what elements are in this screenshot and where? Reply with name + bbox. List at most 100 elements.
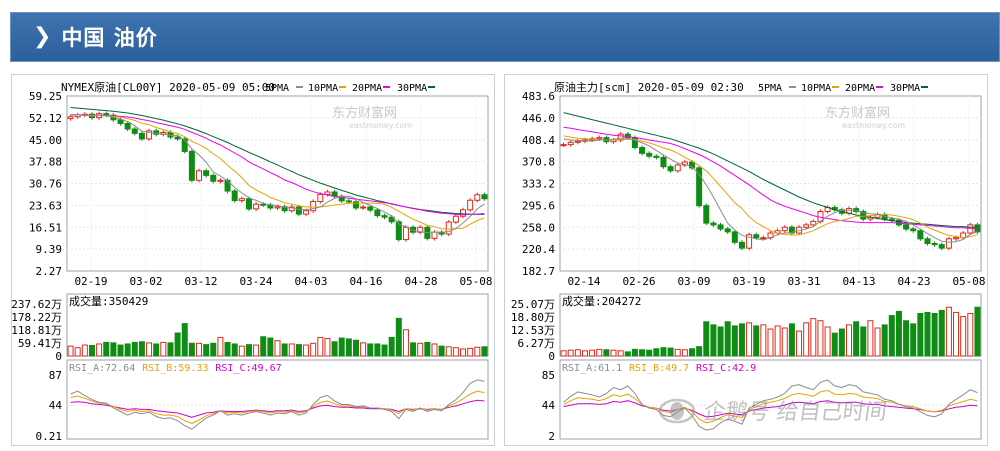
candle-body (431, 231, 438, 239)
volume-tick-label: 0 (548, 350, 555, 363)
volume-tick-label: 0 (55, 350, 62, 363)
candle-body (345, 200, 352, 203)
candle-body (210, 174, 217, 182)
volume-bar (345, 338, 352, 357)
candle-body (474, 194, 481, 201)
rsi-tick-label: 44 (49, 399, 63, 412)
candle-body (402, 226, 409, 241)
volume-bar (445, 346, 452, 357)
brand-watermark: 东方财富网 (332, 105, 397, 121)
candle-body (317, 193, 324, 202)
volume-bar (710, 324, 717, 357)
candle-body (639, 147, 646, 154)
volume-bar (410, 342, 417, 357)
volume-bar (188, 342, 195, 357)
volume-bar (931, 312, 938, 357)
date-tick-label: 03-31 (787, 275, 820, 288)
candle-body (131, 128, 138, 134)
volume-tick-label: 237.62万 (12, 298, 62, 311)
candle-body (667, 166, 674, 172)
volume-bar (895, 310, 902, 357)
volume-bar (217, 336, 224, 357)
volume-bar (960, 316, 967, 357)
volume-bar (360, 342, 367, 357)
volume-tick-label: 6.27万 (518, 337, 556, 350)
volume-bar (210, 342, 217, 357)
candle-body (703, 205, 710, 224)
candle-body (753, 234, 760, 239)
price-tick-label: 2.27 (36, 265, 63, 278)
nymex-crude-chart-panel: NYMEX原油[CL00Y] 2020-05-09 05:00 5PMA 10PMA… (11, 74, 495, 446)
volume-bar (103, 341, 110, 357)
volume-bar (681, 349, 688, 357)
volume-bar (245, 344, 252, 357)
nymex-crude-chart: NYMEX原油[CL00Y] 2020-05-09 05:005PMA 10PMA… (12, 80, 493, 443)
volume-bar (853, 321, 860, 357)
rsi-legend-label: RSI_A:61.1 (562, 363, 622, 374)
volume-bar (67, 345, 74, 357)
volume-bar (310, 342, 317, 357)
date-tick-label: 02-26 (622, 275, 655, 288)
volume-bar (238, 345, 245, 357)
volume-bar (110, 342, 117, 357)
volume-bar (338, 337, 345, 357)
price-tick-label: 483.6 (522, 90, 555, 103)
date-tick-label: 02-14 (567, 275, 600, 288)
candle-body (303, 210, 310, 215)
volume-bar (845, 324, 852, 357)
candle-body (117, 119, 124, 124)
candle-body (360, 206, 367, 209)
volume-bar (560, 350, 567, 357)
volume-bar (196, 342, 203, 357)
volume-bar (660, 347, 667, 357)
legend-label: 5PMA (758, 83, 782, 94)
volume-bar (674, 348, 681, 357)
volume-bar (974, 306, 981, 357)
legend-label: 20PMA (845, 83, 875, 94)
rsi-legend-label: RSI_B:49.7 (629, 363, 689, 374)
candle-body (238, 198, 245, 202)
volume-bar (146, 342, 153, 357)
volume-bar (888, 315, 895, 357)
volume-bar (810, 318, 817, 357)
candle-body (924, 238, 931, 244)
chevron-right-icon: ❯ (33, 24, 52, 49)
volume-bar (781, 327, 788, 357)
candle-body (803, 224, 810, 228)
volume-bar (724, 321, 731, 357)
volume-bar (803, 322, 810, 357)
volume-bar (838, 328, 845, 357)
candle-body (245, 198, 252, 210)
rsi-legend-label: RSI_C:42.9 (696, 363, 756, 374)
legend-label: 20PMA (352, 83, 382, 94)
volume-bar (281, 343, 288, 357)
volume-bar (774, 325, 781, 357)
candle-body (660, 156, 667, 168)
volume-bar (767, 328, 774, 357)
volume-bar (731, 325, 738, 357)
date-tick-label: 03-02 (129, 275, 162, 288)
candle-body (945, 238, 952, 249)
candle-body (903, 224, 910, 230)
candle-body (653, 155, 660, 158)
rsi-tick-label: 85 (542, 369, 555, 382)
volume-bar (589, 349, 596, 357)
volume-bar (352, 339, 359, 357)
volume-bar (96, 343, 103, 357)
candle-body (738, 241, 745, 249)
volume-bar (203, 344, 210, 357)
price-tick-label: 370.8 (522, 156, 555, 169)
chart-title: 原油主力[scm] 2020-05-09 02:30 (554, 80, 744, 94)
watermark-text: 企鹅号 给自己时间 (701, 400, 889, 425)
candle-body (295, 206, 302, 215)
candle-body (810, 220, 817, 226)
candle-body (646, 152, 653, 157)
volume-bar (860, 326, 867, 357)
candle-body (174, 136, 181, 140)
candle-body (567, 141, 574, 146)
price-tick-label: 258.0 (522, 221, 555, 234)
volume-bar (74, 347, 81, 357)
volume-bar (831, 332, 838, 357)
volume-bar (438, 345, 445, 357)
candle-body (917, 230, 924, 240)
